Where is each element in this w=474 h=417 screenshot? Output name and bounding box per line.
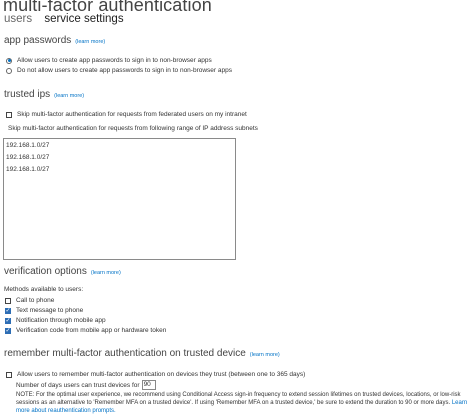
checkbox-checked-icon[interactable] — [5, 327, 11, 334]
ip-subnet-entry: 192.168.1.0/27 — [6, 142, 50, 149]
remember-mfa-label: Allow users to remember multi-factor aut… — [17, 371, 306, 378]
ip-range-label: Skip multi-factor authentication for req… — [8, 125, 258, 132]
verification-options-title: verification options — [4, 266, 87, 277]
verification-options-learn-more-link[interactable]: (learn more) — [91, 270, 121, 276]
disallow-app-passwords-label: Do not allow users to create app passwor… — [17, 67, 232, 74]
radio-unselected-icon[interactable] — [6, 67, 12, 74]
trust-days-input[interactable]: 90 — [141, 380, 156, 390]
allow-app-passwords-radio[interactable]: Allow users to create app passwords to s… — [6, 57, 212, 64]
verification-options-heading: verification options (learn more) — [4, 266, 121, 277]
trust-days-label: Number of days users can trust devices f… — [16, 381, 140, 389]
trusted-ips-learn-more-link[interactable]: (learn more) — [54, 93, 84, 99]
skip-federated-checkbox[interactable]: Skip multi-factor authentication for req… — [6, 111, 247, 118]
method-label: Verification code from mobile app or har… — [16, 327, 167, 334]
checkbox-unchecked-icon[interactable] — [6, 371, 12, 378]
remember-mfa-note: NOTE: For the optimal user experience, w… — [16, 391, 471, 415]
tab-users[interactable]: users — [4, 13, 32, 25]
checkbox-checked-icon[interactable] — [5, 307, 11, 314]
method-mobile-app-notification-checkbox[interactable]: Notification through mobile app — [5, 317, 106, 324]
method-label: Notification through mobile app — [16, 317, 106, 324]
radio-selected-icon[interactable] — [6, 57, 12, 64]
trust-days-row: Number of days users can trust devices f… — [16, 380, 156, 390]
app-passwords-title: app passwords — [4, 35, 72, 46]
trusted-ips-title: trusted ips — [4, 89, 51, 100]
skip-federated-label: Skip multi-factor authentication for req… — [17, 111, 247, 118]
methods-available-label: Methods available to users: — [4, 286, 84, 293]
checkbox-unchecked-icon[interactable] — [5, 297, 11, 304]
app-passwords-learn-more-link[interactable]: (learn more) — [75, 39, 105, 45]
remember-mfa-title: remember multi-factor authentication on … — [4, 348, 246, 359]
method-verification-code-checkbox[interactable]: Verification code from mobile app or har… — [5, 327, 166, 334]
method-label: Text message to phone — [16, 307, 84, 314]
disallow-app-passwords-radio[interactable]: Do not allow users to create app passwor… — [6, 67, 232, 74]
checkbox-unchecked-icon[interactable] — [6, 111, 12, 118]
ip-subnet-entry: 192.168.1.0/27 — [6, 166, 50, 173]
checkbox-checked-icon[interactable] — [5, 317, 11, 324]
app-passwords-heading: app passwords (learn more) — [4, 35, 105, 46]
trusted-ips-heading: trusted ips (learn more) — [4, 89, 84, 100]
method-label: Call to phone — [16, 297, 55, 304]
tab-bar: users service settings — [4, 13, 133, 25]
method-text-message-checkbox[interactable]: Text message to phone — [5, 307, 83, 314]
method-call-to-phone-checkbox[interactable]: Call to phone — [5, 297, 54, 304]
allow-app-passwords-label: Allow users to create app passwords to s… — [17, 57, 212, 64]
remember-mfa-learn-more-link[interactable]: (learn more) — [250, 352, 280, 358]
tab-service-settings[interactable]: service settings — [44, 13, 123, 25]
ip-subnets-textarea[interactable]: 192.168.1.0/27 192.168.1.0/27 192.168.1.… — [3, 138, 236, 260]
note-text: NOTE: For the optimal user experience, w… — [16, 392, 461, 406]
remember-mfa-heading: remember multi-factor authentication on … — [4, 348, 280, 359]
remember-mfa-checkbox[interactable]: Allow users to remember multi-factor aut… — [6, 371, 305, 378]
ip-subnet-entry: 192.168.1.0/27 — [6, 154, 50, 161]
